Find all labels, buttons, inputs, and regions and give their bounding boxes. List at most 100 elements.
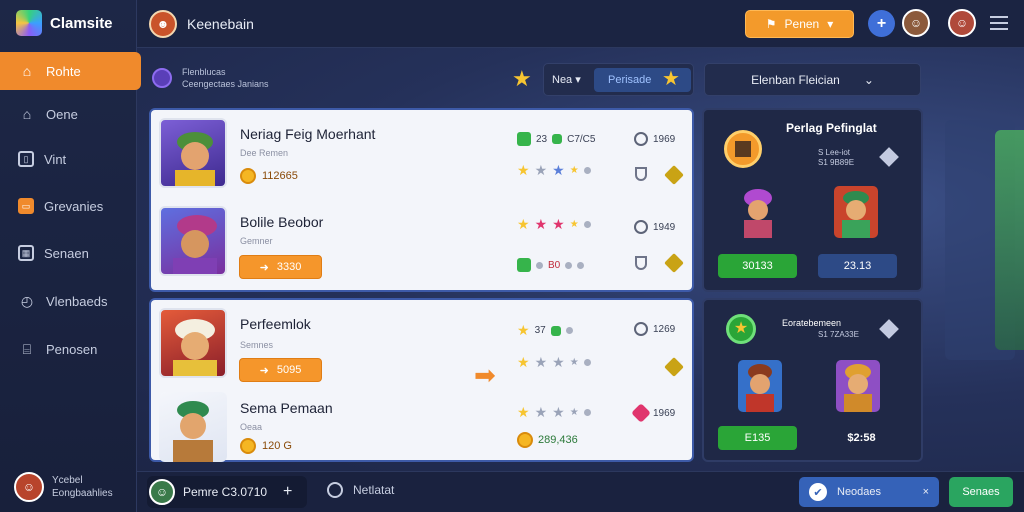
diamond-icon	[879, 319, 899, 339]
sidebar-user[interactable]: ☺ Ycebel Eongbaahlies	[14, 472, 113, 502]
list-item[interactable]: Perfeemlok Semnes ➜ 5095 ★ 37 1269 ➡ ★ ★ ★ ★	[159, 308, 684, 391]
character-portrait	[159, 308, 227, 378]
menu-icon[interactable]	[990, 16, 1008, 34]
item-name: Bolile Beobor	[240, 214, 324, 230]
character-portrait	[159, 392, 227, 462]
game-avatar-icon: ☻	[149, 10, 177, 38]
filter-dropdown[interactable]: Elenban Fleician ⌄	[704, 63, 921, 96]
chevron-down-icon: ⌄	[863, 72, 874, 87]
briefcase-icon: ⌸	[22, 340, 32, 357]
gem-icon	[517, 132, 531, 146]
coin-amount: 112665	[240, 168, 298, 184]
tag-icon[interactable]	[664, 357, 684, 377]
item-name: Sema Pemaan	[240, 400, 333, 416]
save-button[interactable]: Senaes	[949, 477, 1013, 507]
avatar: ☺	[14, 472, 44, 502]
section-icon	[152, 68, 172, 88]
coin-icon	[517, 432, 533, 448]
sidebar-item-vint[interactable]: ▯ Vint	[0, 140, 137, 178]
shield-icon	[635, 256, 647, 270]
stat-timer: 1949	[634, 220, 675, 234]
stat-gems: 23 C7/C5	[517, 132, 595, 146]
user-role: Eongbaahlies	[52, 488, 113, 499]
section-line-2: Ceengectaes Janians	[182, 79, 269, 89]
sidebar-item-oene[interactable]: ⌂ Oene	[0, 95, 137, 133]
top-bar: ☻ Keenebain ⚑ Penen ▾ + ☺ ☺	[137, 0, 1024, 48]
sidebar: Clamsite ⌂ Rohte ⌂ Oene ▯ Vint ▭ Grevani…	[0, 0, 141, 512]
segment-option-a[interactable]: Nea ▾	[552, 73, 581, 86]
app-name: Clamsite	[50, 14, 113, 32]
background-card	[995, 130, 1024, 350]
coin-amount: 120 G	[240, 438, 292, 454]
panel-sub-1: S Lee-iot	[818, 148, 851, 157]
sidebar-item-penosen[interactable]: ⌸ Penosen	[0, 330, 137, 368]
stat-gems: ★ 37	[517, 322, 573, 339]
item-subtitle: Dee Remen	[240, 148, 289, 158]
clock-icon	[634, 322, 648, 336]
chat-icon: ▭	[18, 198, 34, 214]
check-circle-icon: ◴	[20, 292, 34, 309]
logout-button[interactable]: Netlatat	[327, 482, 394, 498]
home-icon: ⌂	[22, 63, 32, 79]
page-title: Keenebain	[187, 16, 254, 32]
opponent-score-label: $2:58	[847, 432, 876, 444]
item-name: Neriag Feig Moerhant	[240, 126, 376, 142]
player-score-button[interactable]: 30133	[718, 254, 797, 278]
price-button[interactable]: ➜ 5095	[239, 358, 322, 382]
sidebar-item-label: Senaen	[44, 245, 89, 261]
user-avatar[interactable]: ☺	[902, 9, 930, 37]
stat-value: B0	[517, 258, 585, 272]
badge-icon: ★	[726, 314, 756, 344]
item-subtitle: Gemner	[240, 236, 273, 246]
player-chip[interactable]: ☺ Pemre C3.0710 +	[147, 476, 307, 508]
sidebar-item-label: Vint	[44, 151, 67, 167]
primary-action-button[interactable]: ⚑ Penen ▾	[745, 10, 854, 38]
gem-icon	[550, 325, 561, 336]
avatar: ☺	[149, 479, 175, 505]
add-icon[interactable]: +	[283, 483, 292, 501]
tag-icon[interactable]	[664, 165, 684, 185]
arrow-icon: ➜	[259, 261, 269, 274]
shield-icon	[635, 167, 647, 181]
item-subtitle: Semnes	[240, 340, 274, 350]
list-item[interactable]: Neriag Feig Moerhant Dee Remen 112665 23…	[159, 118, 684, 198]
list-item[interactable]: Sema Pemaan Oeaa 120 G ★ ★ ★ ★ 1969 289,436	[159, 392, 684, 472]
sidebar-item-label: Vlenbaeds	[46, 293, 108, 309]
friend-avatar[interactable]: ☺	[948, 9, 976, 37]
logo-icon	[16, 10, 42, 36]
player-score-button[interactable]: E135	[718, 426, 797, 450]
power-icon	[327, 482, 343, 498]
panel-sub-2: S1 9B89E	[818, 158, 855, 167]
sidebar-item-label: Penosen	[46, 341, 98, 357]
flag-icon: ⚑	[765, 17, 777, 31]
add-button[interactable]: +	[868, 10, 895, 37]
sidebar-item-vlenbaeds[interactable]: ◴ Vlenbaeds	[0, 282, 137, 320]
stat-gems: 1969	[631, 403, 675, 423]
sidebar-item-home[interactable]: ⌂ Rohte	[0, 52, 141, 90]
arrow-right-icon[interactable]: ➡	[474, 360, 496, 391]
item-subtitle: Oeaa	[240, 422, 263, 432]
notification-toast: ✔ Neodaes ×	[799, 477, 939, 507]
price-button[interactable]: ➜ 3330	[239, 255, 322, 279]
match-panel: ★ Eoratebemeen S1 7ZA33E E135 $2:58	[702, 298, 923, 462]
opponent-score-button[interactable]: 23.13	[818, 254, 897, 278]
check-gem-icon	[517, 258, 531, 272]
close-icon[interactable]: ×	[923, 486, 929, 498]
sidebar-item-label: Rohte	[46, 63, 81, 79]
check-icon: ✔	[809, 483, 827, 501]
sidebar-item-senaen[interactable]: ▦ Senaen	[0, 234, 137, 272]
character-portrait	[159, 118, 227, 188]
tag-icon[interactable]	[664, 253, 684, 273]
house-icon: ⌂	[22, 106, 32, 122]
panel-title: Perlag Pefinglat	[786, 121, 877, 135]
player-portrait	[736, 186, 780, 238]
sidebar-item-label: Oene	[46, 106, 78, 122]
diamond-icon	[879, 147, 899, 167]
chevron-down-icon: ▾	[827, 17, 834, 31]
clock-icon	[634, 132, 648, 146]
item-name: Perfeemlok	[240, 316, 311, 332]
list-item[interactable]: Bolile Beobor Gemner ➜ 3330 ★ ★ ★ ★ 1949 B0	[159, 206, 684, 286]
favorite-star-icon[interactable]: ★	[512, 66, 532, 92]
sidebar-item-grevanies[interactable]: ▭ Grevanies	[0, 187, 137, 225]
gem-icon	[631, 403, 651, 423]
